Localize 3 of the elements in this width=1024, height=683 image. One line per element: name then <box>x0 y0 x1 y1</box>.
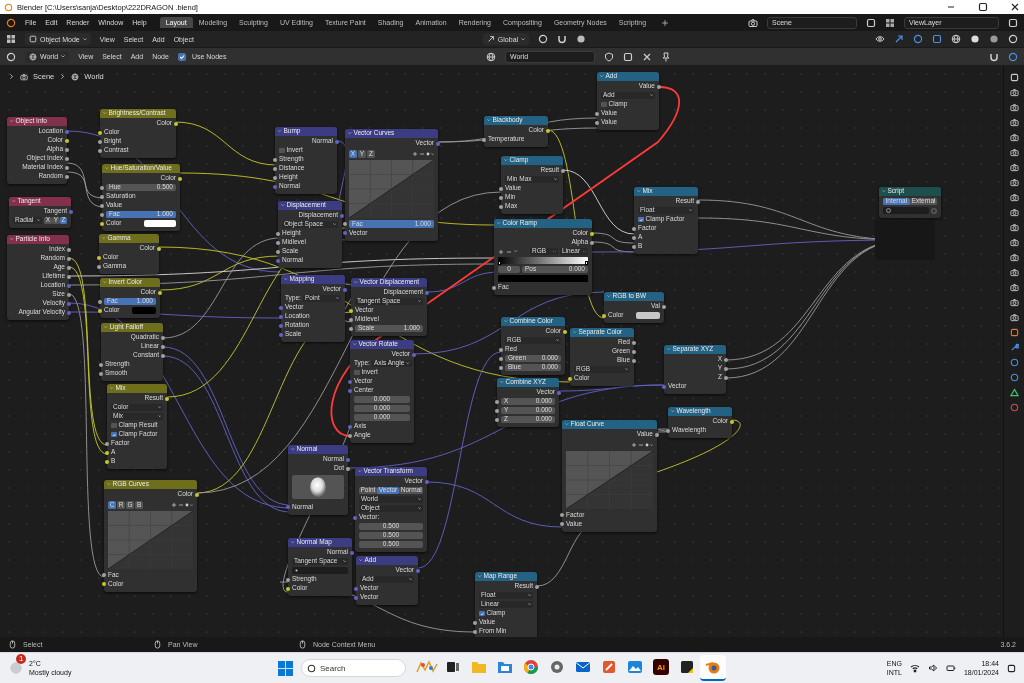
notification-badge: 1 <box>16 654 27 664</box>
search-field[interactable]: Search <box>301 659 406 677</box>
app-button[interactable]: Ai <box>648 655 674 681</box>
